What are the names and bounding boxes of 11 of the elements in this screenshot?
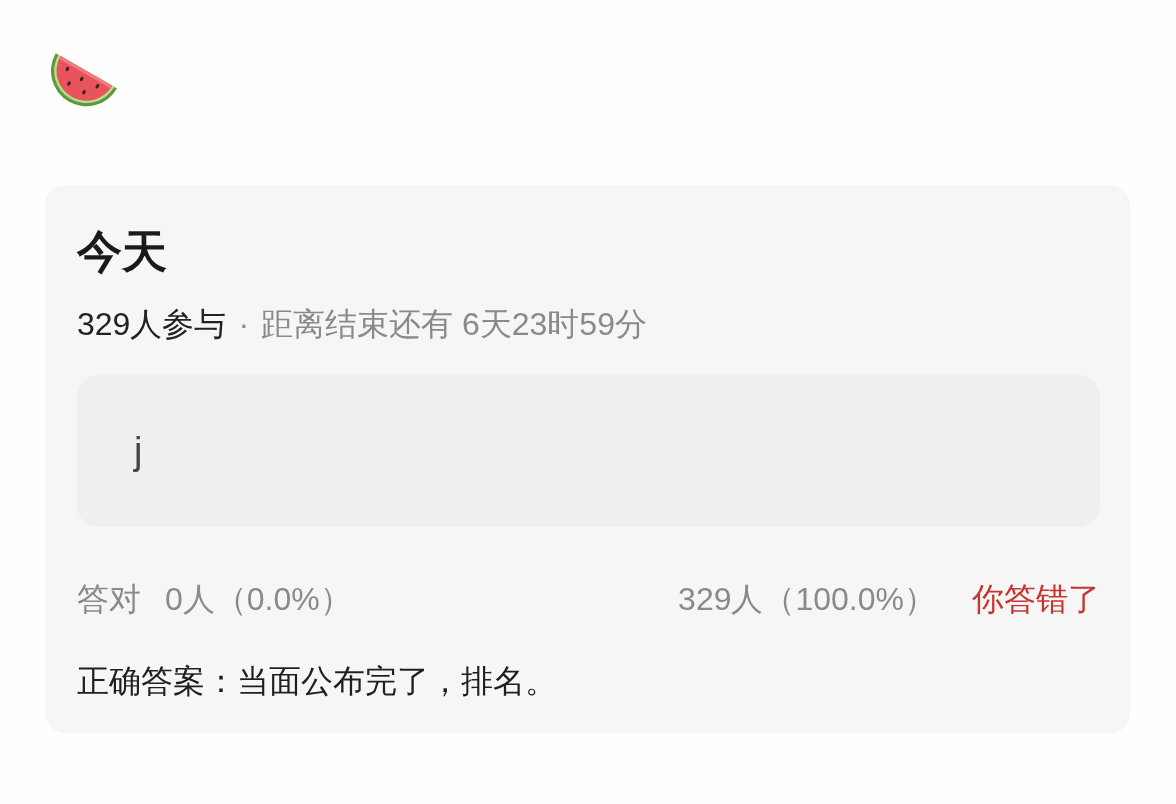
quiz-title: 今天 bbox=[77, 225, 168, 279]
correct-answer-text: 正确答案：当面公布完了，排名。 bbox=[77, 662, 558, 701]
participant-count: 329人参与 bbox=[77, 305, 227, 344]
correct-count: 0人（0.0%） bbox=[165, 580, 352, 619]
wrong-count: 329人（100.0%） bbox=[678, 580, 936, 619]
answer-box: j bbox=[77, 375, 1100, 527]
countdown-text: 距离结束还有 6天23时59分 bbox=[261, 305, 647, 344]
correct-label: 答对 bbox=[77, 580, 141, 619]
result-text: 你答错了 bbox=[972, 580, 1100, 619]
watermelon-icon bbox=[50, 52, 118, 107]
separator-dot: · bbox=[238, 305, 250, 344]
